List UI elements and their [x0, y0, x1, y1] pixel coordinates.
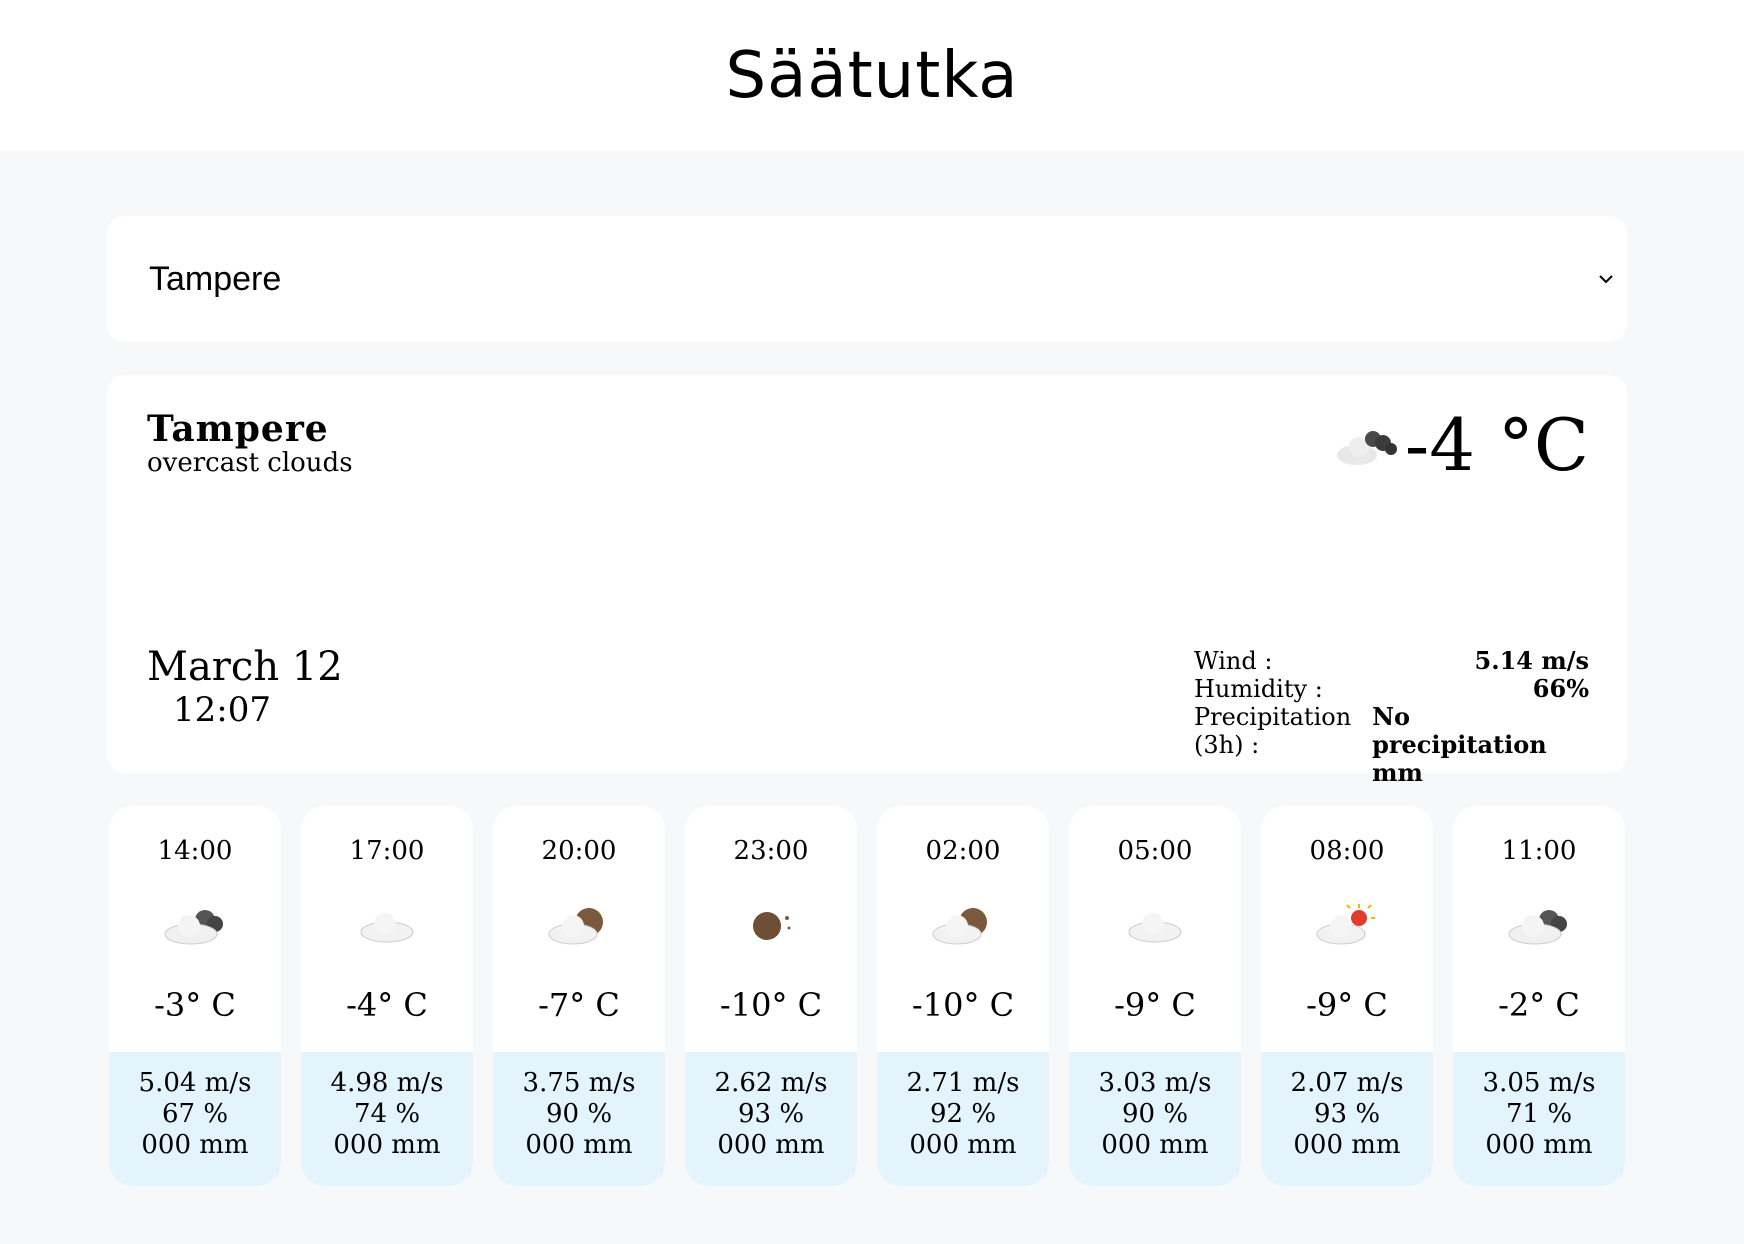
city-select-value: Tampere	[149, 259, 282, 298]
chevron-down-icon	[1599, 275, 1613, 284]
current-weather-card: Tampere overcast clouds -4 °C March 12 1…	[107, 375, 1627, 787]
forecast-precip: 000 mm	[141, 1130, 249, 1160]
forecast-humidity: 93 %	[1313, 1099, 1381, 1129]
current-details: Wind : 5.14 m/s Humidity : 66% Precipita…	[1194, 647, 1589, 787]
forecast-time: 08:00	[1309, 836, 1385, 866]
forecast-humidity: 90 %	[1121, 1099, 1189, 1129]
forecast-humidity: 92 %	[929, 1099, 997, 1129]
forecast-details: 3.05 m/s 71 % 000 mm	[1453, 1052, 1625, 1186]
forecast-temp: -10° C	[719, 986, 823, 1024]
forecast-wind: 2.71 m/s	[906, 1068, 1020, 1098]
forecast-details: 5.04 m/s 67 % 000 mm	[109, 1052, 281, 1186]
city-select[interactable]: Tampere	[107, 216, 1627, 342]
detail-precipitation: Precipitation (3h) : No precipitation mm	[1194, 703, 1589, 787]
forecast-temp: -3° C	[154, 986, 236, 1024]
forecast-precip: 000 mm	[717, 1130, 825, 1160]
header-bar: Säätutka	[0, 0, 1744, 151]
forecast-precip: 000 mm	[333, 1130, 441, 1160]
current-location: Tampere overcast clouds	[147, 408, 353, 478]
forecast-details: 2.07 m/s 93 % 000 mm	[1261, 1052, 1433, 1186]
forecast-wind: 3.03 m/s	[1098, 1068, 1212, 1098]
forecast-details: 2.62 m/s 93 % 000 mm	[685, 1052, 857, 1186]
forecast-card: 20:00 -7° C 3.75 m/s 90 % 000 mm	[493, 806, 665, 1186]
forecast-wind: 2.07 m/s	[1290, 1068, 1404, 1098]
forecast-temp: -2° C	[1498, 986, 1580, 1024]
forecast-time: 23:00	[733, 836, 809, 866]
forecast-card: 02:00 -10° C 2.71 m/s 92 % 000 mm	[877, 806, 1049, 1186]
forecast-card: 08:00 -9° C 2.07 m/s 93 % 000 mm	[1261, 806, 1433, 1186]
forecast-details: 2.71 m/s 92 % 000 mm	[877, 1052, 1049, 1186]
forecast-details: 4.98 m/s 74 % 000 mm	[301, 1052, 473, 1186]
forecast-list: 14:00 -3° C 5.04 m/s 67 % 000 mm 17:00 -…	[109, 806, 1625, 1186]
current-time: 12:07	[173, 690, 271, 730]
current-temperature-block: -4 °C	[1335, 405, 1589, 485]
cloud-moon-icon	[932, 908, 987, 945]
forecast-humidity: 71 %	[1505, 1099, 1573, 1129]
forecast-precip: 000 mm	[1101, 1130, 1209, 1160]
forecast-temp: -7° C	[538, 986, 620, 1024]
forecast-wind: 3.05 m/s	[1482, 1068, 1596, 1098]
moon-icon	[753, 912, 791, 940]
forecast-humidity: 93 %	[737, 1099, 805, 1129]
cloud-icon	[360, 913, 414, 943]
forecast-card: 14:00 -3° C 5.04 m/s 67 % 000 mm	[109, 806, 281, 1186]
forecast-temp: -4° C	[346, 986, 428, 1024]
forecast-time: 17:00	[349, 836, 425, 866]
broken-clouds-icon	[164, 910, 223, 945]
cloud-moon-icon	[548, 908, 603, 945]
detail-humidity: Humidity : 66%	[1194, 674, 1589, 704]
forecast-precip: 000 mm	[1485, 1130, 1593, 1160]
forecast-details: 3.03 m/s 90 % 000 mm	[1069, 1052, 1241, 1186]
forecast-time: 02:00	[925, 836, 1001, 866]
forecast-card: 11:00 -2° C 3.05 m/s 71 % 000 mm	[1453, 806, 1625, 1186]
forecast-precip: 000 mm	[1293, 1130, 1401, 1160]
cloud-icon	[1128, 913, 1182, 943]
cloud-sun-icon	[1316, 904, 1375, 945]
forecast-humidity: 74 %	[353, 1099, 421, 1129]
forecast-precip: 000 mm	[525, 1130, 633, 1160]
forecast-temp: -9° C	[1114, 986, 1196, 1024]
current-datetime: March 12 12:07	[147, 644, 343, 731]
forecast-card: 05:00 -9° C 3.03 m/s 90 % 000 mm	[1069, 806, 1241, 1186]
forecast-time: 20:00	[541, 836, 617, 866]
forecast-time: 14:00	[157, 836, 233, 866]
forecast-time: 11:00	[1501, 836, 1577, 866]
forecast-details: 3.75 m/s 90 % 000 mm	[493, 1052, 665, 1186]
forecast-humidity: 90 %	[545, 1099, 613, 1129]
detail-value: 5.14 m/s	[1474, 646, 1589, 675]
detail-value: No precipitation mm	[1372, 702, 1547, 787]
app-title: Säätutka	[725, 38, 1019, 113]
forecast-temp: -10° C	[911, 986, 1015, 1024]
forecast-wind: 2.62 m/s	[714, 1068, 828, 1098]
detail-value: 66%	[1532, 674, 1589, 703]
forecast-wind: 4.98 m/s	[330, 1068, 444, 1098]
current-description: overcast clouds	[147, 448, 353, 478]
detail-label: Wind :	[1194, 647, 1273, 675]
current-date: March 12	[147, 644, 343, 690]
forecast-card: 23:00 -10° C 2.62 m/s 93 % 000 mm	[685, 806, 857, 1186]
broken-clouds-icon	[1508, 910, 1567, 945]
detail-label: Humidity :	[1194, 675, 1323, 703]
forecast-temp: -9° C	[1306, 986, 1388, 1024]
forecast-wind: 3.75 m/s	[522, 1068, 636, 1098]
forecast-humidity: 67 %	[161, 1099, 229, 1129]
forecast-wind: 5.04 m/s	[138, 1068, 252, 1098]
current-temperature: -4 °C	[1404, 403, 1589, 487]
forecast-time: 05:00	[1117, 836, 1193, 866]
forecast-precip: 000 mm	[909, 1130, 1017, 1160]
current-city-name: Tampere	[147, 408, 329, 450]
detail-wind: Wind : 5.14 m/s	[1194, 646, 1589, 676]
detail-label: Precipitation (3h) :	[1194, 703, 1352, 759]
overcast-clouds-icon	[1336, 431, 1397, 465]
forecast-card: 17:00 -4° C 4.98 m/s 74 % 000 mm	[301, 806, 473, 1186]
